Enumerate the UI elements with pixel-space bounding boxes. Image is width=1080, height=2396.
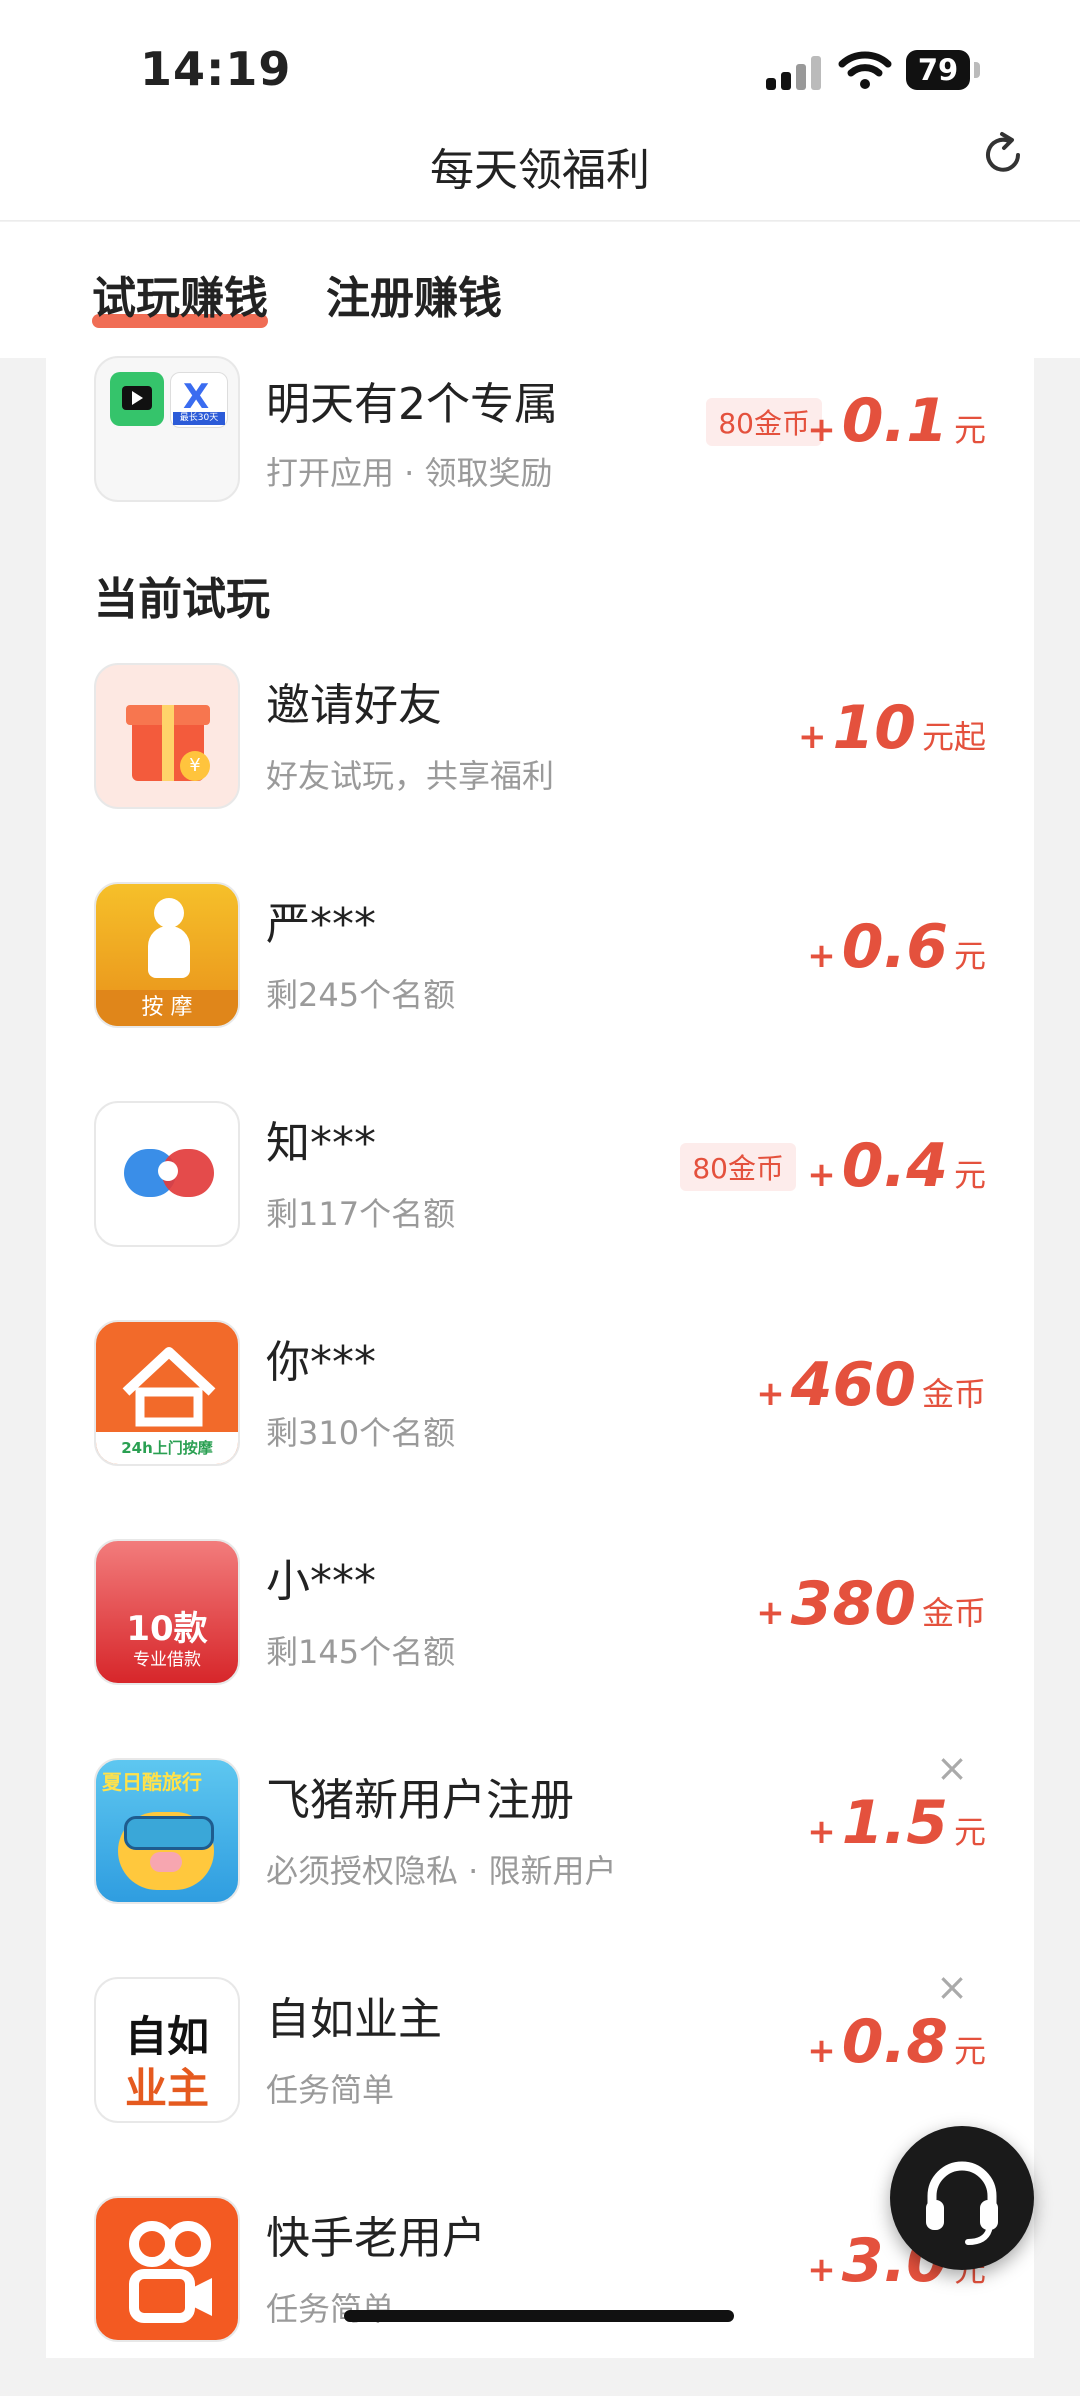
list-item[interactable]: 快手老用户 任务简单 +3.0 元	[46, 2196, 1034, 2396]
list-item[interactable]: 自如 业主 自如业主 任务简单 × +0.8 元	[46, 1965, 1034, 2177]
customer-service-button[interactable]	[890, 2126, 1034, 2270]
list-item[interactable]: 24h上门按摩 你*** 剩310个名额 +460 金币	[46, 1320, 1034, 1520]
coin-badge: 80金币	[706, 398, 822, 446]
tab-label: 注册赚钱	[326, 273, 502, 324]
section-title: 当前试玩	[94, 574, 270, 625]
massage-app-icon: 按 摩	[94, 882, 240, 1028]
x-app-icon: X 最长30天	[170, 372, 228, 428]
item-subtitle: 剩245个名额	[266, 976, 456, 1014]
chat-bubbles-icon	[94, 1101, 240, 1247]
list-item[interactable]: 知*** 剩117个名额 80金币 +0.4 元	[46, 1101, 1034, 1301]
item-subtitle: 任务简单	[266, 2290, 395, 2328]
item-title: 快手老用户	[266, 2213, 486, 2264]
item-title: 邀请好友	[266, 680, 442, 731]
page-title: 每天领福利	[430, 145, 650, 196]
item-title: 明天有2个专属	[266, 379, 558, 430]
ziroom-icon: 自如 业主	[94, 1977, 240, 2123]
reward: +0.6 元	[807, 912, 986, 982]
item-subtitle: 剩117个名额	[266, 1195, 456, 1233]
item-subtitle: 必须授权隐私 · 限新用户	[266, 1852, 617, 1890]
refresh-icon[interactable]	[978, 130, 1028, 180]
close-icon[interactable]: ×	[936, 1965, 968, 2009]
nav-bar: 每天领福利	[0, 120, 1080, 221]
list-item[interactable]: 按 摩 严*** 剩245个名额 +0.6 元	[46, 882, 1034, 1082]
headset-icon	[926, 2161, 998, 2245]
tv-app-icon	[110, 372, 164, 426]
item-title: 知***	[266, 1118, 376, 1169]
item-title: 严***	[266, 899, 376, 950]
tab-label: 试玩赚钱	[92, 273, 268, 324]
reward: +0.4 元	[807, 1131, 986, 1201]
reward: +1.5 元	[807, 1788, 986, 1858]
item-subtitle: 打开应用 · 领取奖励	[266, 454, 553, 492]
loan-app-icon: 10款 专业借款	[94, 1539, 240, 1685]
item-subtitle: 剩310个名额	[266, 1414, 456, 1452]
fliggy-pig-icon: 夏日酷旅行	[94, 1758, 240, 1904]
home-indicator	[344, 2310, 734, 2322]
item-subtitle: 剩145个名额	[266, 1633, 456, 1671]
list-item-exclusive[interactable]: X 最长30天 明天有2个专属 打开应用 · 领取奖励 80金币 +0.1 元	[46, 338, 1034, 538]
item-title: 自如业主	[266, 1994, 442, 2045]
battery-level: 79	[906, 50, 970, 90]
tab-register-earn[interactable]: 注册赚钱	[326, 262, 502, 326]
item-title: 你***	[266, 1337, 376, 1388]
task-list: X 最长30天 明天有2个专属 打开应用 · 领取奖励 80金币 +0.1 元 当…	[46, 356, 1034, 2358]
cellular-signal-icon	[766, 56, 822, 90]
item-title: 飞猪新用户注册	[266, 1775, 574, 1826]
coin-badge: 80金币	[680, 1143, 796, 1191]
wifi-icon	[838, 51, 892, 89]
gift-icon: ¥	[94, 663, 240, 809]
reward: +380 金币	[756, 1569, 986, 1639]
item-subtitle: 好友试玩，共享福利	[266, 757, 555, 795]
item-subtitle: 任务简单	[266, 2071, 395, 2109]
battery-icon: 79	[906, 50, 986, 92]
tab-trial-earn[interactable]: 试玩赚钱	[92, 262, 268, 328]
list-item[interactable]: 10款 专业借款 小*** 剩145个名额 +380 金币	[46, 1539, 1034, 1739]
close-icon[interactable]: ×	[936, 1746, 968, 1790]
item-title: 小***	[266, 1556, 376, 1607]
kuaishou-icon	[94, 2196, 240, 2342]
list-item[interactable]: ¥ 邀请好友 好友试玩，共享福利 +10 元起	[46, 663, 1034, 863]
reward: +460 金币	[756, 1350, 986, 1420]
reward: +0.8 元	[807, 2007, 986, 2077]
app-icon-group: X 最长30天	[94, 356, 240, 502]
status-time: 14:19	[140, 42, 292, 96]
house-icon: 24h上门按摩	[94, 1320, 240, 1466]
reward: +0.1 元	[807, 386, 986, 456]
reward: +10 元起	[797, 693, 986, 763]
list-item[interactable]: 夏日酷旅行 飞猪新用户注册 必须授权隐私 · 限新用户 × +1.5 元	[46, 1746, 1034, 1958]
status-bar: 14:19 79	[0, 0, 1080, 120]
